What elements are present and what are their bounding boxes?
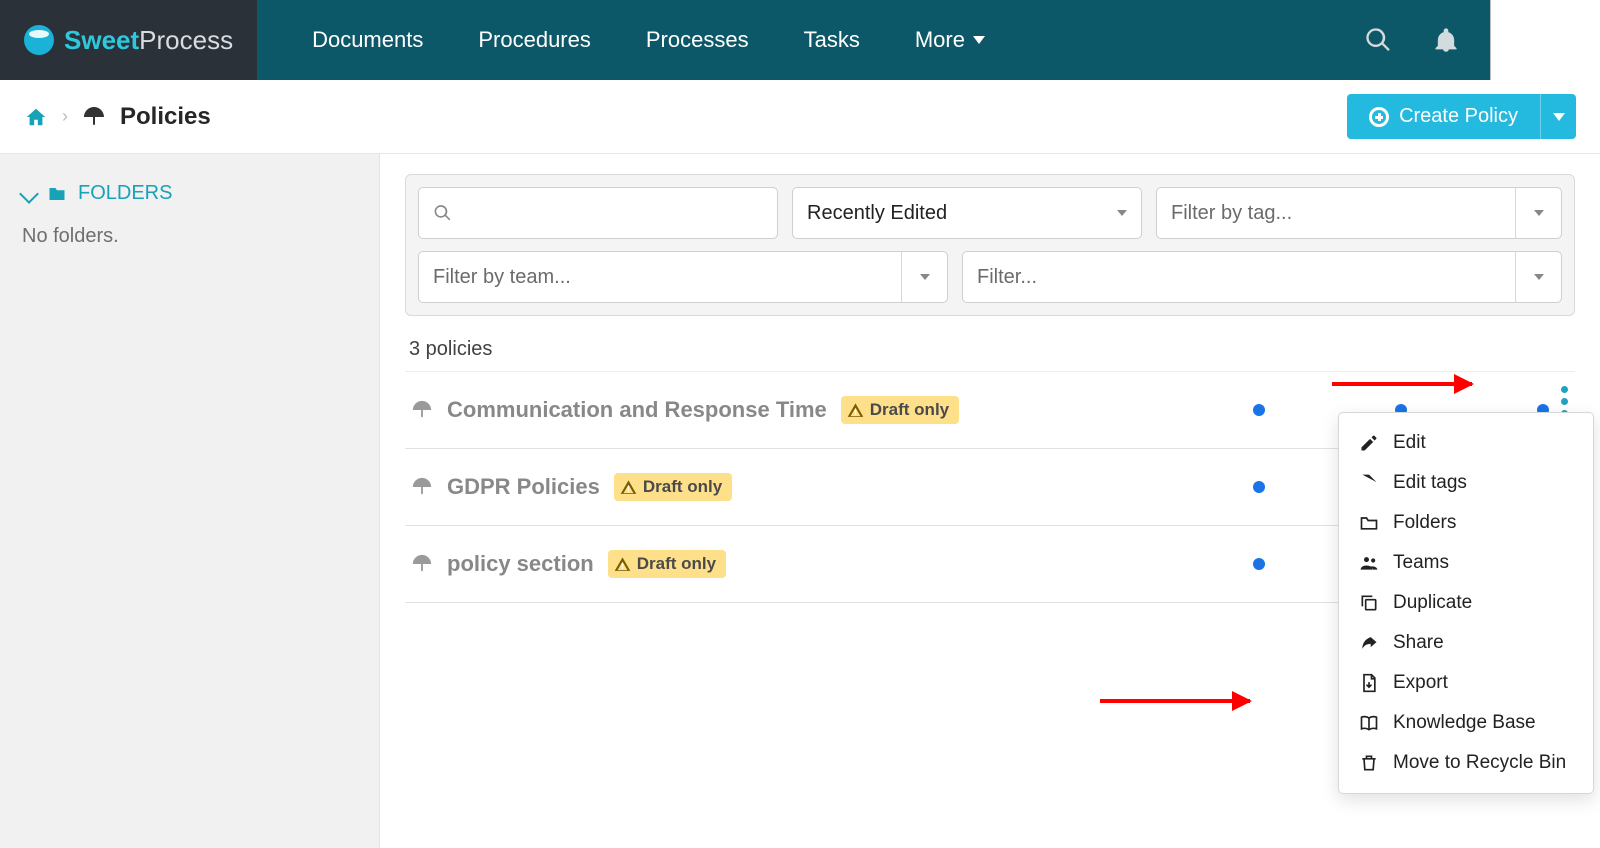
duplicate-icon — [1359, 593, 1379, 613]
filters-card: Recently Edited Filter by tag... Filter … — [405, 174, 1575, 316]
caret-down-icon — [920, 274, 930, 280]
nav-more-label: More — [915, 27, 965, 53]
team-filter[interactable]: Filter by team... — [418, 251, 948, 303]
caret-down-icon — [1534, 210, 1544, 216]
status-dot — [1253, 481, 1265, 493]
umbrella-icon — [411, 476, 433, 498]
search-icon[interactable] — [1364, 26, 1392, 54]
search-input[interactable] — [418, 187, 778, 239]
sidebar: FOLDERS No folders. — [0, 154, 380, 848]
folder-icon — [1359, 513, 1379, 533]
cup-icon — [24, 25, 54, 55]
sort-select[interactable]: Recently Edited — [792, 187, 1142, 239]
chevron-down-icon — [973, 36, 985, 44]
breadcrumb-bar: › Policies Create Policy — [0, 80, 1600, 154]
top-navbar: SweetProcess Documents Procedures Proces… — [0, 0, 1600, 80]
folders-header[interactable]: FOLDERS — [22, 182, 357, 205]
menu-duplicate[interactable]: Duplicate — [1339, 583, 1593, 623]
nav-procedures[interactable]: Procedures — [478, 27, 591, 53]
status-dot — [1253, 558, 1265, 570]
menu-export[interactable]: Export — [1339, 663, 1593, 703]
nav-links: Documents Procedures Processes Tasks Mor… — [257, 27, 1364, 53]
share-icon — [1359, 633, 1379, 653]
nav-right-slot — [1490, 0, 1600, 80]
folder-icon — [46, 185, 68, 203]
nav-more[interactable]: More — [915, 27, 985, 53]
plus-circle-icon — [1369, 107, 1389, 127]
menu-knowledge-base[interactable]: Knowledge Base — [1339, 703, 1593, 743]
create-policy-dropdown[interactable] — [1540, 94, 1576, 139]
create-policy-label: Create Policy — [1399, 105, 1518, 128]
create-policy-button[interactable]: Create Policy — [1347, 94, 1540, 139]
draft-badge: Draft only — [608, 550, 726, 578]
annotation-arrow — [1332, 382, 1472, 386]
warning-icon — [847, 402, 864, 419]
menu-folders[interactable]: Folders — [1339, 503, 1593, 543]
menu-teams[interactable]: Teams — [1339, 543, 1593, 583]
umbrella-icon — [411, 553, 433, 575]
search-field[interactable] — [452, 188, 763, 238]
folders-empty-text: No folders. — [22, 225, 357, 248]
policy-title: GDPR Policies — [447, 474, 600, 500]
menu-edit[interactable]: Edit — [1339, 423, 1593, 463]
breadcrumb-separator: › — [62, 106, 68, 127]
caret-down-icon — [1117, 210, 1127, 216]
breadcrumb-label: Policies — [120, 103, 211, 131]
row-actions-menu: Edit Edit tags Folders Teams Duplicate S… — [1338, 412, 1594, 794]
draft-badge: Draft only — [841, 396, 959, 424]
policy-title: Communication and Response Time — [447, 397, 827, 423]
menu-recycle[interactable]: Move to Recycle Bin — [1339, 743, 1593, 783]
pencil-icon — [1359, 433, 1379, 453]
tag-icon — [1359, 473, 1379, 493]
status-dot — [1253, 404, 1265, 416]
home-icon[interactable] — [24, 106, 48, 128]
main-content: Recently Edited Filter by tag... Filter … — [380, 154, 1600, 848]
umbrella-icon — [82, 105, 106, 129]
warning-icon — [614, 556, 631, 573]
filter-placeholder: Filter... — [977, 266, 1037, 289]
policy-title: policy section — [447, 551, 594, 577]
teams-icon — [1359, 553, 1379, 573]
create-policy-group: Create Policy — [1347, 94, 1576, 139]
warning-icon — [620, 479, 637, 496]
nav-tasks[interactable]: Tasks — [804, 27, 860, 53]
trash-icon — [1359, 753, 1379, 773]
export-icon — [1359, 673, 1379, 693]
caret-down-icon — [1534, 274, 1544, 280]
menu-edit-tags[interactable]: Edit tags — [1339, 463, 1593, 503]
tag-placeholder: Filter by tag... — [1171, 202, 1292, 225]
nav-right — [1364, 26, 1490, 54]
brand-logo[interactable]: SweetProcess — [0, 0, 257, 80]
team-placeholder: Filter by team... — [433, 266, 571, 289]
umbrella-icon — [411, 399, 433, 421]
menu-share[interactable]: Share — [1339, 623, 1593, 663]
brand-text: SweetProcess — [64, 25, 233, 56]
generic-filter[interactable]: Filter... — [962, 251, 1562, 303]
draft-badge: Draft only — [614, 473, 732, 501]
policy-count: 3 policies — [409, 338, 1571, 361]
folders-title: FOLDERS — [78, 182, 172, 205]
caret-down-icon — [1553, 113, 1565, 121]
tag-filter[interactable]: Filter by tag... — [1156, 187, 1562, 239]
sort-value: Recently Edited — [807, 202, 947, 225]
nav-processes[interactable]: Processes — [646, 27, 749, 53]
chevron-down-icon — [19, 184, 39, 204]
search-icon — [433, 203, 452, 223]
book-icon — [1359, 713, 1379, 733]
nav-documents[interactable]: Documents — [312, 27, 423, 53]
annotation-arrow — [1100, 699, 1250, 703]
bell-icon[interactable] — [1432, 26, 1460, 54]
